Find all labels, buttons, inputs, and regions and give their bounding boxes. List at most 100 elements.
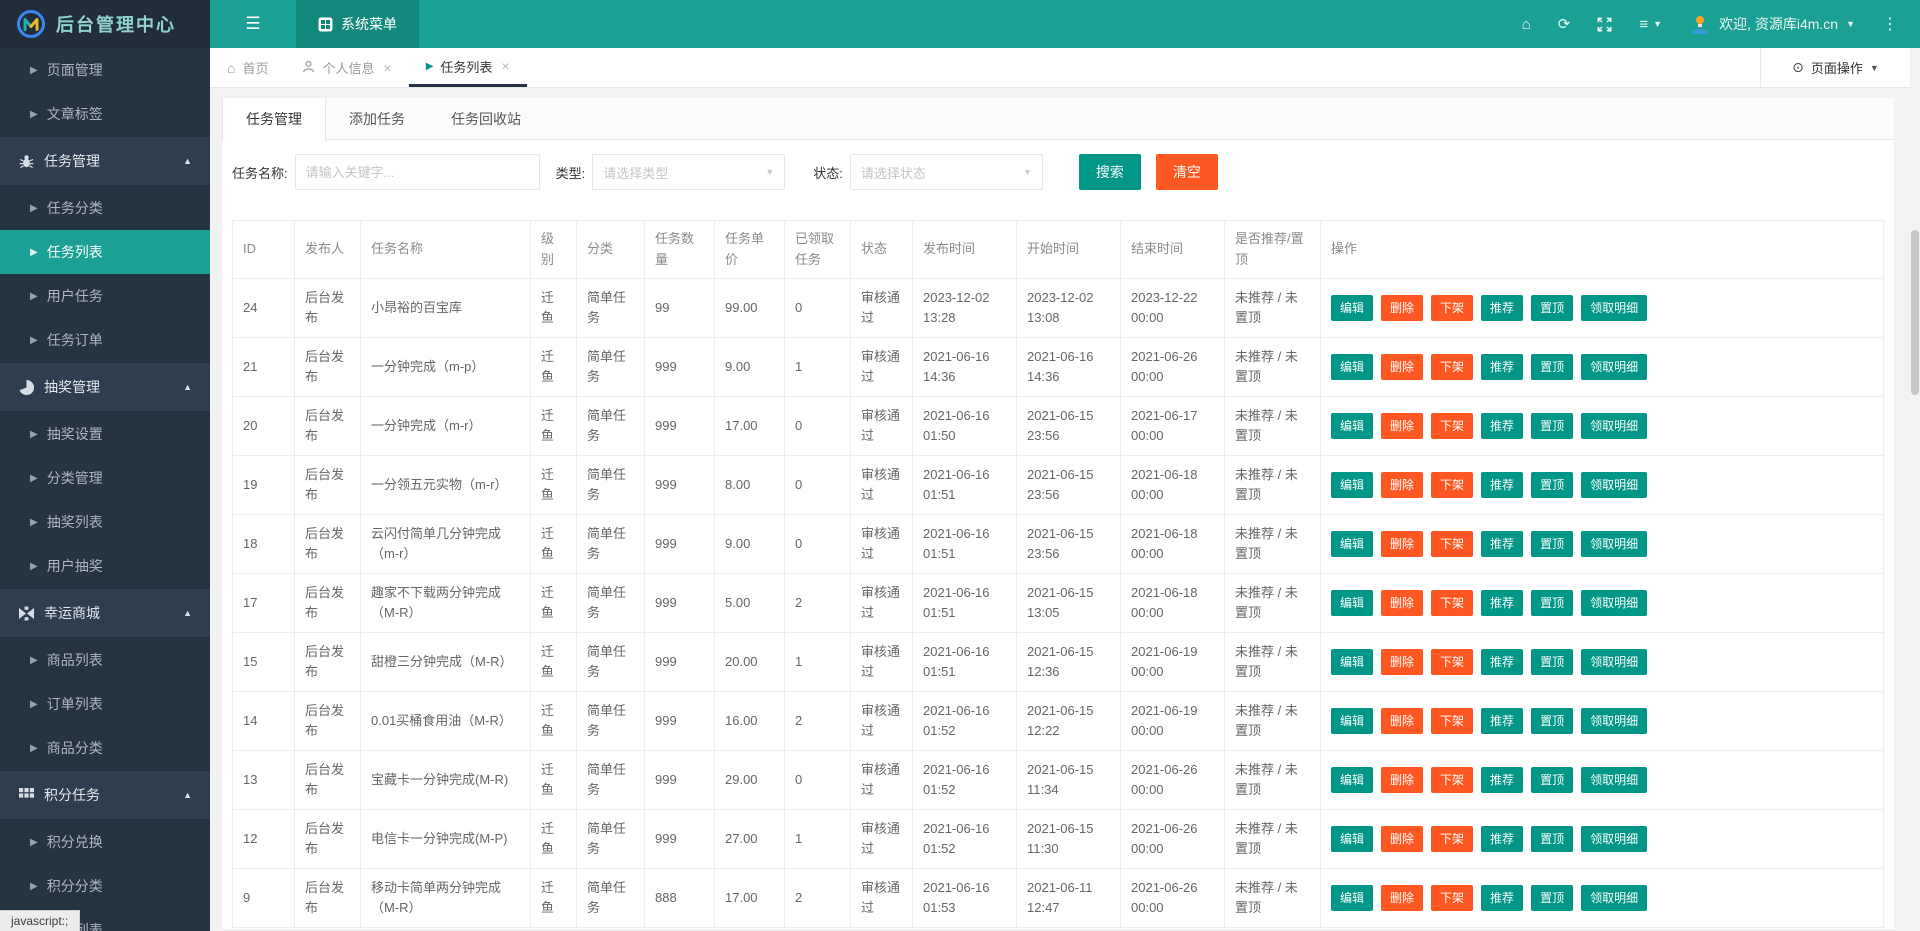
breadcrumb-tab-task-list[interactable]: ▶任务列表× — [409, 48, 527, 87]
sidebar-item-page-manage[interactable]: ▶页面管理 — [0, 48, 210, 92]
action-button-下架[interactable]: 下架 — [1431, 472, 1473, 499]
action-button-下架[interactable]: 下架 — [1431, 413, 1473, 440]
action-button-删除[interactable]: 删除 — [1381, 531, 1423, 558]
action-button-置顶[interactable]: 置顶 — [1531, 354, 1573, 381]
action-button-删除[interactable]: 删除 — [1381, 590, 1423, 617]
sidebar-item-task-list[interactable]: ▶任务列表 — [0, 230, 210, 274]
sidebar-item-task-manage[interactable]: 任务管理▲ — [0, 136, 210, 186]
action-button-下架[interactable]: 下架 — [1431, 826, 1473, 853]
sidebar-item-lottery-manage[interactable]: 抽奖管理▲ — [0, 362, 210, 412]
sidebar-item-user-tasks[interactable]: ▶用户任务 — [0, 274, 210, 318]
action-button-领取明细[interactable]: 领取明细 — [1581, 649, 1647, 676]
search-button[interactable]: 搜索 — [1079, 154, 1141, 190]
action-button-下架[interactable]: 下架 — [1431, 354, 1473, 381]
action-button-置顶[interactable]: 置顶 — [1531, 413, 1573, 440]
action-button-置顶[interactable]: 置顶 — [1531, 531, 1573, 558]
action-button-领取明细[interactable]: 领取明细 — [1581, 826, 1647, 853]
nav-list-menu[interactable]: ≡ ▼ — [1639, 17, 1662, 32]
sidebar-collapse-icon[interactable]: ☰ — [210, 0, 296, 48]
action-button-推荐[interactable]: 推荐 — [1481, 590, 1523, 617]
action-button-推荐[interactable]: 推荐 — [1481, 649, 1523, 676]
action-button-推荐[interactable]: 推荐 — [1481, 413, 1523, 440]
action-button-置顶[interactable]: 置顶 — [1531, 826, 1573, 853]
status-select[interactable]: 请选择状态 ▼ — [850, 154, 1043, 190]
refresh-icon[interactable]: ⟳ — [1558, 17, 1571, 32]
breadcrumb-tab-home[interactable]: ⌂首页 — [210, 48, 285, 87]
action-button-删除[interactable]: 删除 — [1381, 472, 1423, 499]
sidebar-item-lottery-settings[interactable]: ▶抽奖设置 — [0, 412, 210, 456]
action-button-编辑[interactable]: 编辑 — [1331, 295, 1373, 322]
fullscreen-icon[interactable] — [1597, 17, 1612, 32]
task-name-input[interactable] — [295, 154, 540, 190]
home-icon[interactable]: ⌂ — [1522, 17, 1531, 32]
action-button-下架[interactable]: 下架 — [1431, 885, 1473, 912]
action-button-推荐[interactable]: 推荐 — [1481, 708, 1523, 735]
action-button-置顶[interactable]: 置顶 — [1531, 885, 1573, 912]
action-button-删除[interactable]: 删除 — [1381, 885, 1423, 912]
action-button-删除[interactable]: 删除 — [1381, 295, 1423, 322]
action-button-推荐[interactable]: 推荐 — [1481, 885, 1523, 912]
action-button-领取明细[interactable]: 领取明细 — [1581, 590, 1647, 617]
sidebar-item-points-category[interactable]: ▶积分分类 — [0, 864, 210, 908]
scrollbar-thumb[interactable] — [1911, 230, 1919, 395]
sidebar-item-task-orders[interactable]: ▶任务订单 — [0, 318, 210, 362]
action-button-删除[interactable]: 删除 — [1381, 354, 1423, 381]
action-button-推荐[interactable]: 推荐 — [1481, 472, 1523, 499]
action-button-编辑[interactable]: 编辑 — [1331, 354, 1373, 381]
action-button-下架[interactable]: 下架 — [1431, 767, 1473, 794]
sidebar-item-points-task[interactable]: 积分任务▲ — [0, 770, 210, 820]
action-button-编辑[interactable]: 编辑 — [1331, 590, 1373, 617]
action-button-领取明细[interactable]: 领取明细 — [1581, 413, 1647, 440]
action-button-下架[interactable]: 下架 — [1431, 708, 1473, 735]
clear-button[interactable]: 清空 — [1156, 154, 1218, 190]
action-button-编辑[interactable]: 编辑 — [1331, 767, 1373, 794]
type-select[interactable]: 请选择类型 ▼ — [592, 154, 785, 190]
action-button-领取明细[interactable]: 领取明细 — [1581, 531, 1647, 558]
add-task-tab[interactable]: 添加任务 — [326, 98, 428, 139]
action-button-删除[interactable]: 删除 — [1381, 826, 1423, 853]
task-recycle-tab[interactable]: 任务回收站 — [428, 98, 544, 139]
page-action-button[interactable]: ⊙ 页面操作 ▼ — [1760, 48, 1910, 87]
action-button-推荐[interactable]: 推荐 — [1481, 354, 1523, 381]
action-button-置顶[interactable]: 置顶 — [1531, 590, 1573, 617]
action-button-领取明细[interactable]: 领取明细 — [1581, 295, 1647, 322]
sidebar-item-task-category[interactable]: ▶任务分类 — [0, 186, 210, 230]
action-button-推荐[interactable]: 推荐 — [1481, 826, 1523, 853]
action-button-删除[interactable]: 删除 — [1381, 413, 1423, 440]
action-button-推荐[interactable]: 推荐 — [1481, 531, 1523, 558]
action-button-置顶[interactable]: 置顶 — [1531, 295, 1573, 322]
sidebar-item-goods-category[interactable]: ▶商品分类 — [0, 726, 210, 770]
sidebar-item-points-exchange[interactable]: ▶积分兑换 — [0, 820, 210, 864]
page-scrollbar[interactable] — [1910, 48, 1920, 931]
action-button-领取明细[interactable]: 领取明细 — [1581, 708, 1647, 735]
task-manage-tab[interactable]: 任务管理 — [222, 98, 326, 141]
action-button-置顶[interactable]: 置顶 — [1531, 767, 1573, 794]
action-button-下架[interactable]: 下架 — [1431, 531, 1473, 558]
action-button-删除[interactable]: 删除 — [1381, 767, 1423, 794]
sidebar-item-lottery-list[interactable]: ▶抽奖列表 — [0, 500, 210, 544]
action-button-编辑[interactable]: 编辑 — [1331, 531, 1373, 558]
sidebar-item-article-tags[interactable]: ▶文章标签 — [0, 92, 210, 136]
sidebar-item-lucky-mall[interactable]: 幸运商城▲ — [0, 588, 210, 638]
sidebar-item-user-lottery[interactable]: ▶用户抽奖 — [0, 544, 210, 588]
action-button-下架[interactable]: 下架 — [1431, 590, 1473, 617]
action-button-删除[interactable]: 删除 — [1381, 649, 1423, 676]
close-icon[interactable]: × — [501, 58, 509, 74]
action-button-编辑[interactable]: 编辑 — [1331, 885, 1373, 912]
action-button-编辑[interactable]: 编辑 — [1331, 826, 1373, 853]
action-button-置顶[interactable]: 置顶 — [1531, 708, 1573, 735]
user-menu[interactable]: 欢迎, 资源库i4m.cn ▼ — [1689, 13, 1855, 35]
action-button-编辑[interactable]: 编辑 — [1331, 413, 1373, 440]
sidebar-item-category-manage[interactable]: ▶分类管理 — [0, 456, 210, 500]
action-button-编辑[interactable]: 编辑 — [1331, 708, 1373, 735]
action-button-编辑[interactable]: 编辑 — [1331, 649, 1373, 676]
action-button-领取明细[interactable]: 领取明细 — [1581, 885, 1647, 912]
more-options-icon[interactable]: ⋮ — [1882, 14, 1898, 34]
sidebar-item-goods-list[interactable]: ▶商品列表 — [0, 638, 210, 682]
action-button-领取明细[interactable]: 领取明细 — [1581, 767, 1647, 794]
action-button-编辑[interactable]: 编辑 — [1331, 472, 1373, 499]
breadcrumb-tab-profile[interactable]: 个人信息× — [285, 48, 408, 87]
action-button-下架[interactable]: 下架 — [1431, 649, 1473, 676]
action-button-删除[interactable]: 删除 — [1381, 708, 1423, 735]
action-button-推荐[interactable]: 推荐 — [1481, 767, 1523, 794]
